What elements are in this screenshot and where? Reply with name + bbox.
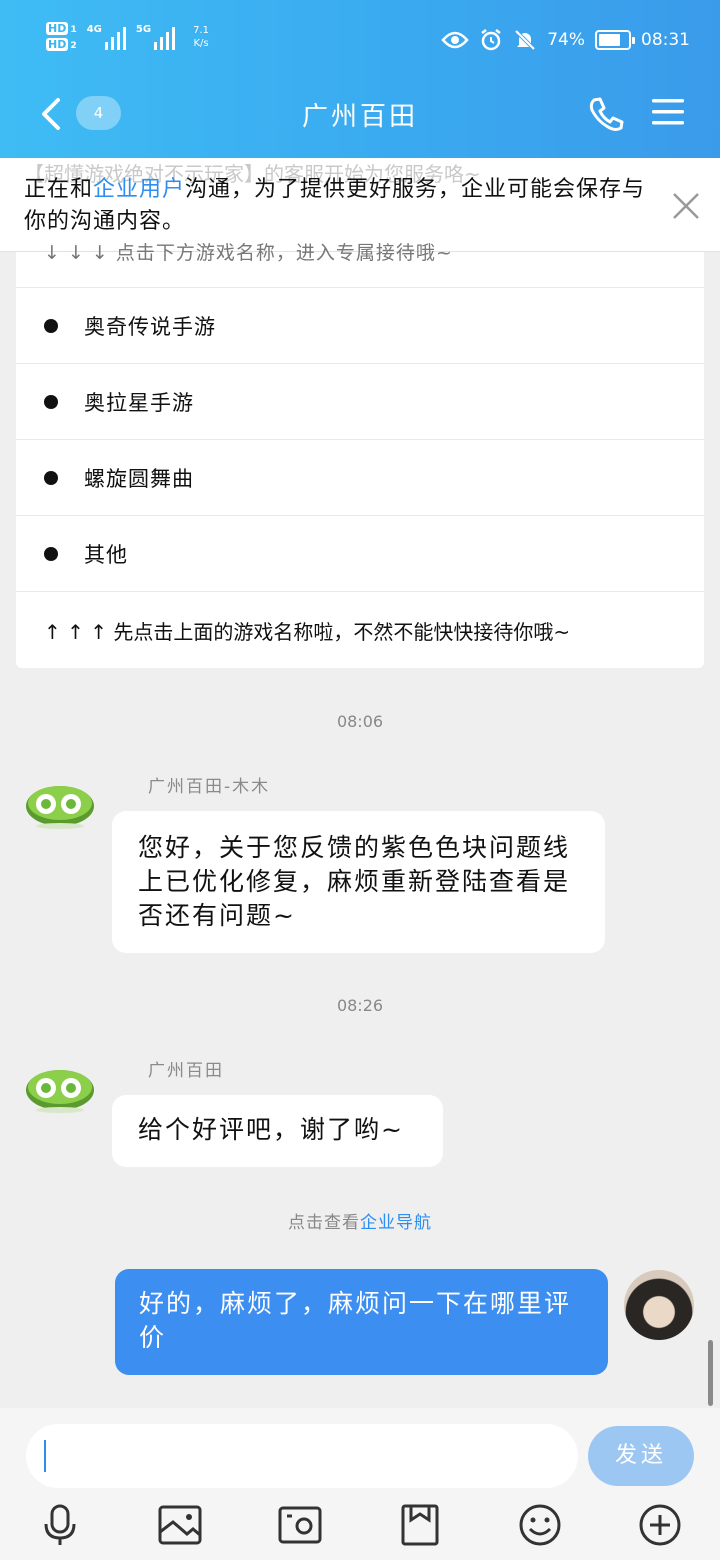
outgoing-message[interactable]: 好的，麻烦了，麻烦问一下在哪里评价 bbox=[115, 1269, 608, 1375]
enterprise-nav-link[interactable]: 企业导航 bbox=[360, 1213, 432, 1233]
header: HD 1 HD 2 4G 5G 7.1 K/s 74% 08:31 4 广州百田 bbox=[0, 0, 720, 158]
bullet-icon bbox=[44, 470, 58, 485]
menu-item-waltz[interactable]: 螺旋圆舞曲 bbox=[16, 440, 704, 516]
emoji-icon[interactable] bbox=[517, 1502, 563, 1548]
bullet-icon bbox=[44, 394, 58, 409]
sender-name: 广州百田 bbox=[148, 1061, 224, 1081]
hd-badges: HD 1 HD 2 bbox=[46, 22, 77, 52]
battery-icon bbox=[595, 30, 635, 50]
mute-bell-icon bbox=[514, 29, 536, 51]
baitian-logo-avatar[interactable] bbox=[24, 1060, 96, 1132]
eye-icon bbox=[441, 31, 469, 49]
network-speed: 7.1 K/s bbox=[193, 25, 209, 49]
image-icon[interactable] bbox=[157, 1502, 203, 1548]
input-area: 发送 bbox=[0, 1408, 720, 1560]
close-icon[interactable] bbox=[668, 188, 704, 224]
battery-percent: 74% bbox=[547, 30, 585, 50]
alarm-icon bbox=[481, 29, 501, 51]
sender-name: 广州百田-木木 bbox=[148, 777, 271, 797]
menu-item-aoqi[interactable]: 奥奇传说手游 bbox=[16, 288, 704, 364]
card-footer: ↑ ↑ ↑ 先点击上面的游戏名称啦，不然不能快快接待你哦~ bbox=[44, 619, 571, 644]
signal-icon-2: 5G bbox=[136, 24, 176, 50]
clock: 08:31 bbox=[641, 30, 690, 50]
menu-item-other[interactable]: 其他 bbox=[16, 516, 704, 592]
nav-bar: 4 广州百田 bbox=[0, 84, 720, 144]
timestamp: 08:26 bbox=[336, 996, 384, 1015]
card-header-row: ↓ ↓ ↓ 点击下方游戏名称，进入专属接待哦~ bbox=[16, 242, 704, 288]
enterprise-nav-hint: 点击查看企业导航 bbox=[288, 1213, 432, 1233]
folder-icon[interactable] bbox=[397, 1502, 443, 1548]
incoming-message[interactable]: 给个好评吧，谢了哟~ bbox=[112, 1095, 443, 1167]
plus-icon[interactable] bbox=[637, 1502, 683, 1548]
timestamp: 08:06 bbox=[336, 712, 384, 731]
camera-icon[interactable] bbox=[277, 1502, 323, 1548]
game-menu-card: ↓ ↓ ↓ 点击下方游戏名称，进入专属接待哦~ 奥奇传说手游 奥拉星手游 螺旋圆… bbox=[16, 242, 704, 668]
baitian-logo-avatar[interactable] bbox=[24, 776, 96, 848]
phone-icon[interactable] bbox=[586, 96, 626, 132]
message-input[interactable] bbox=[26, 1424, 578, 1488]
scrollbar[interactable] bbox=[708, 1340, 713, 1406]
status-bar: HD 1 HD 2 4G 5G 7.1 K/s 74% 08:31 bbox=[0, 0, 720, 80]
microphone-icon[interactable] bbox=[37, 1502, 83, 1548]
menu-item-aola[interactable]: 奥拉星手游 bbox=[16, 364, 704, 440]
my-avatar[interactable] bbox=[624, 1270, 694, 1340]
bullet-icon bbox=[44, 318, 58, 333]
status-left: HD 1 HD 2 4G 5G 7.1 K/s bbox=[46, 22, 209, 52]
text-cursor bbox=[44, 1440, 46, 1472]
status-right: 74% 08:31 bbox=[441, 28, 690, 52]
enterprise-user-link[interactable]: 企业用户 bbox=[93, 177, 185, 202]
card-header-text: ↓ ↓ ↓ 点击下方游戏名称，进入专属接待哦~ bbox=[44, 242, 453, 264]
hd-badge-1: HD 1 bbox=[46, 22, 77, 35]
hd-badge-2: HD 2 bbox=[46, 38, 77, 51]
notice-text: 正在和企业用户沟通，为了提供更好服务，企业可能会保存与你的沟通内容。 bbox=[24, 177, 646, 234]
send-button[interactable]: 发送 bbox=[588, 1426, 694, 1486]
menu-icon[interactable] bbox=[650, 96, 686, 128]
incoming-message[interactable]: 您好，关于您反馈的紫色色块问题线上已优化修复，麻烦重新登陆查看是否还有问题~ bbox=[112, 811, 605, 953]
bullet-icon bbox=[44, 546, 58, 561]
signal-icon-1: 4G bbox=[87, 24, 126, 50]
